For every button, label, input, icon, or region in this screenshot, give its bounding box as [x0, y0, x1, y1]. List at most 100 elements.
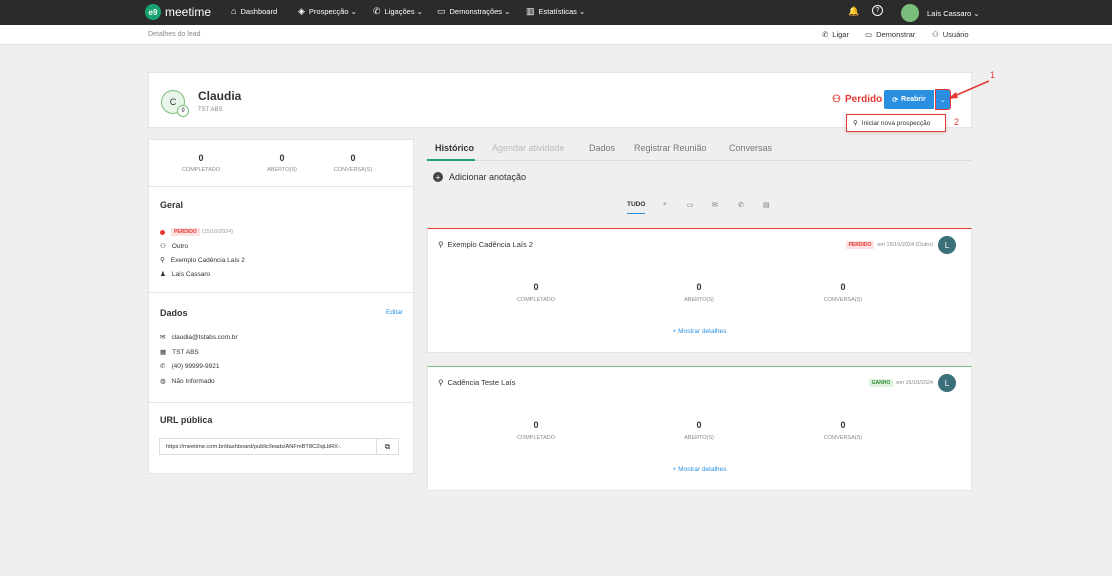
dados-title: Dados: [160, 308, 188, 318]
cadence-name: Cadência Teste Laís: [447, 378, 516, 387]
building-icon: ▦: [160, 349, 167, 356]
help-icon[interactable]: ?: [872, 5, 883, 16]
stat-conversations: 0 CONVERSA(S): [308, 153, 398, 173]
lead-cadence-line[interactable]: ⚲ Exemplo Cadência Laís 2: [160, 256, 245, 265]
calendar-icon[interactable]: ▤: [763, 201, 770, 209]
comment-icon[interactable]: ▭: [687, 201, 694, 209]
cadence-card: ⚲ Exemplo Cadência Laís 2 PERDIDO em 15/…: [427, 228, 972, 353]
cadence-card-title[interactable]: ⚲ Exemplo Cadência Laís 2: [438, 240, 533, 249]
lost-status-label: Perdido: [844, 94, 883, 105]
bell-icon[interactable]: 🔔: [848, 6, 859, 17]
stat-value: 0: [533, 420, 539, 430]
cadence-card-title[interactable]: ⚲ Cadência Teste Laís: [438, 378, 515, 387]
card-stat-conversations: 0 CONVERSA(S): [793, 420, 893, 441]
owner-avatar: L: [938, 374, 956, 392]
nav-label: Prospecção ⌄: [308, 7, 357, 16]
new-prospection-label: Iniciar nova prospecção: [861, 119, 931, 127]
user-label: Usuário: [942, 30, 969, 39]
user-menu[interactable]: Laís Cassaro ⌄: [901, 4, 980, 22]
call-action[interactable]: ✆ Ligar: [822, 30, 849, 39]
cadence-status: PERDIDO em 15/10/2024 (Outro): [845, 241, 933, 249]
lost-status: ⚇ Perdido: [832, 94, 882, 105]
status-date: em 15/10/2024: [896, 380, 933, 386]
website-line: ◍ Não Informado: [160, 377, 215, 386]
status-pill: GANHO: [868, 379, 894, 387]
stat-label: CONVERSA(S): [333, 167, 373, 173]
email-line: ✉ claudia@tstabs.com.br: [160, 333, 238, 342]
divider: [149, 402, 413, 403]
show-details-link[interactable]: + Mostrar detalhes: [428, 466, 971, 473]
lead-score-badge: 9: [177, 105, 189, 117]
breadcrumb: Detalhes do lead: [148, 31, 201, 38]
phone-icon: ✆: [373, 6, 381, 16]
stat-label: COMPLETADO: [516, 297, 556, 303]
phone-line[interactable]: ✆ (40) 99999-9921: [160, 362, 220, 371]
cadence-status: GANHO em 15/10/2024: [868, 379, 933, 387]
monitor-icon: ▭: [437, 6, 446, 16]
status-dot: [160, 229, 165, 235]
call-label: Ligar: [832, 30, 849, 39]
tab-dados[interactable]: Dados: [589, 143, 615, 153]
status-pill: PERDIDO: [845, 241, 875, 249]
nav-demonstracoes[interactable]: ▭ Demonstrações ⌄: [437, 6, 510, 17]
stat-value: 0: [696, 282, 702, 292]
public-url-field[interactable]: https://meetime.com.br/dashboard/public/…: [159, 438, 377, 455]
active-tab-indicator: [427, 159, 475, 161]
tab-bar: Histórico Agendar atividade Dados Regist…: [427, 139, 972, 161]
cadence-icon: ⚲: [853, 120, 858, 127]
website-value: Não Informado: [171, 377, 215, 385]
status-tag: PERDIDO: [171, 228, 200, 236]
globe-icon: ◍: [160, 378, 166, 385]
stat-value: 0: [696, 420, 702, 430]
company-line: ▦ TST ABS: [160, 348, 199, 357]
stat-value: 0: [350, 153, 356, 163]
tab-conversas[interactable]: Conversas: [729, 143, 772, 153]
logo[interactable]: e9 meetime: [145, 4, 211, 20]
card-stat-completed: 0 COMPLETADO: [486, 420, 586, 441]
nav-ligacoes[interactable]: ✆ Ligações ⌄: [373, 6, 423, 17]
stat-label: COMPLETADO: [181, 167, 221, 173]
stat-label: CONVERSA(S): [823, 435, 863, 441]
user-icon: ⚇: [932, 30, 939, 39]
tab-agendar-atividade[interactable]: Agendar atividade: [492, 143, 565, 153]
add-note-button[interactable]: + Adicionar anotação: [433, 172, 526, 182]
new-prospection-menu-item[interactable]: ⚲ Iniciar nova prospecção: [846, 114, 946, 132]
chart-icon: ▥: [526, 6, 535, 16]
filter-all[interactable]: TUDO: [627, 201, 646, 214]
user-name: Laís Cassaro ⌄: [927, 8, 980, 18]
lead-status-line: PERDIDO (15/10/2024): [160, 228, 233, 236]
phone-icon[interactable]: ✆: [738, 201, 744, 209]
nav-label: Estatísticas ⌄: [538, 7, 586, 16]
logo-text: meetime: [165, 5, 212, 19]
copy-icon[interactable]: ⧉: [377, 438, 399, 455]
user-action[interactable]: ⚇ Usuário: [932, 30, 969, 39]
cadence-card: ⚲ Cadência Teste Laís GANHO em 15/10/202…: [427, 366, 972, 491]
phone-icon: ✆: [822, 30, 829, 39]
cadence-icon: ⚲: [160, 257, 165, 264]
edit-link[interactable]: Editar: [386, 309, 403, 316]
reopen-label: Reabrir: [901, 96, 926, 103]
demo-action[interactable]: ▭ Demonstrar: [865, 30, 915, 39]
stat-label: CONVERSA(S): [823, 297, 863, 303]
tab-historico[interactable]: Histórico: [435, 143, 474, 153]
origin-icon: ⚇: [160, 243, 166, 250]
mail-icon[interactable]: ✉: [712, 201, 718, 209]
reopen-button[interactable]: ⟳ Reabrir: [884, 90, 934, 109]
owner-avatar: L: [938, 236, 956, 254]
stat-completed: 0 COMPLETADO: [156, 153, 246, 173]
monitor-icon: ▭: [865, 30, 873, 39]
stat-label: ABERTO(S): [684, 435, 714, 441]
owner-icon: ♟: [160, 271, 166, 278]
show-details-link[interactable]: + Mostrar detalhes: [428, 328, 971, 335]
phone-icon: ✆: [160, 363, 166, 370]
cadence-value: Exemplo Cadência Laís 2: [170, 256, 245, 264]
cadence-name: Exemplo Cadência Laís 2: [447, 240, 533, 249]
nav-dashboard[interactable]: ⌂ Dashboard: [231, 6, 277, 16]
home-icon: ⌂: [231, 6, 237, 16]
plus-icon: +: [433, 172, 443, 182]
demo-label: Demonstrar: [876, 30, 916, 39]
nav-estatisticas[interactable]: ▥ Estatísticas ⌄: [526, 6, 585, 17]
nav-prospeccao[interactable]: ◈ Prospecção ⌄: [298, 6, 357, 17]
search-icon[interactable]: ⌕: [663, 201, 667, 209]
tab-registrar-reuniao[interactable]: Registrar Reunião: [634, 143, 707, 153]
